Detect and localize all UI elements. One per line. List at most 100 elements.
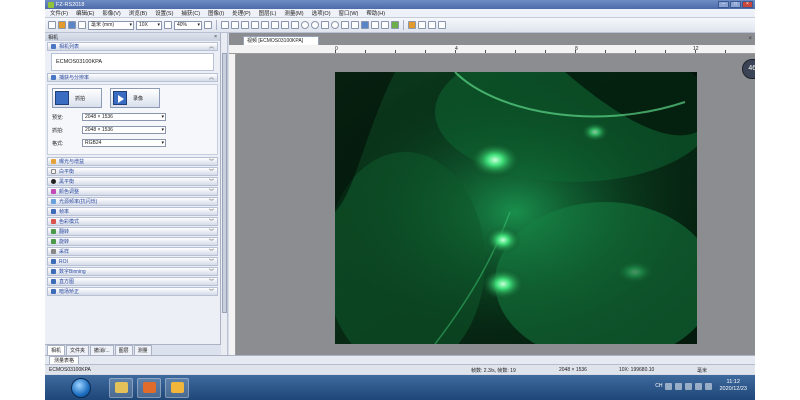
section-color-adjust[interactable]: 颜色调整 ︾ bbox=[47, 187, 218, 196]
menu-help[interactable]: 帮助(H) bbox=[366, 9, 385, 17]
open-folder-icon[interactable] bbox=[58, 21, 66, 29]
section-color-mode[interactable]: 色彩模式 ︾ bbox=[47, 217, 218, 226]
section-white-balance[interactable]: 白平衡 ︾ bbox=[47, 167, 218, 176]
volume-icon[interactable] bbox=[705, 382, 713, 390]
close-button[interactable]: × bbox=[742, 1, 753, 8]
calibrate-icon[interactable] bbox=[418, 21, 426, 29]
menu-browse[interactable]: 浏览(B) bbox=[129, 9, 147, 17]
zoom-out-icon[interactable] bbox=[164, 21, 172, 29]
tray-icon[interactable] bbox=[675, 382, 683, 390]
shield-icon[interactable] bbox=[685, 382, 693, 390]
language-indicator[interactable]: CH bbox=[655, 383, 662, 389]
scrollbar-thumb[interactable] bbox=[222, 53, 227, 313]
network-icon[interactable] bbox=[695, 382, 703, 390]
pointer-icon[interactable] bbox=[241, 21, 249, 29]
section-histogram[interactable]: 直方图 ︾ bbox=[47, 277, 218, 286]
magnification-select[interactable]: 10X bbox=[136, 20, 162, 30]
format-select[interactable]: RGB24 bbox=[82, 139, 166, 147]
unit-select[interactable]: 毫米 (mm) bbox=[88, 20, 134, 30]
menu-settings[interactable]: 设置(S) bbox=[155, 9, 173, 17]
record-button[interactable]: 录像 bbox=[110, 88, 160, 108]
scale-bar-icon[interactable] bbox=[381, 21, 389, 29]
grid-icon[interactable] bbox=[428, 21, 436, 29]
panel-close-icon[interactable]: × bbox=[214, 34, 217, 40]
polygon-tool-icon[interactable] bbox=[341, 21, 349, 29]
minimize-button[interactable]: – bbox=[718, 1, 729, 8]
sampling-icon bbox=[51, 249, 56, 254]
color-picker-icon[interactable] bbox=[391, 21, 399, 29]
tab-undo[interactable]: 撤消/... bbox=[90, 344, 114, 356]
curve-tool-icon[interactable] bbox=[271, 21, 279, 29]
tab-measure[interactable]: 测量 bbox=[133, 344, 152, 356]
tab-close-icon[interactable]: × bbox=[748, 36, 752, 42]
tab-layers[interactable]: 图层 bbox=[114, 344, 133, 356]
section-sampling[interactable]: 采样 ︾ bbox=[47, 247, 218, 256]
horizontal-ruler: 0 4 8 12 bbox=[229, 45, 755, 54]
exposure-icon bbox=[51, 159, 56, 164]
ellipse-tool-icon[interactable] bbox=[301, 21, 309, 29]
live-microscope-image[interactable] bbox=[335, 72, 697, 344]
angle-tool-icon[interactable] bbox=[351, 21, 359, 29]
tab-camera[interactable]: 相机 bbox=[47, 344, 66, 356]
parallel-tool-icon[interactable] bbox=[281, 21, 289, 29]
menu-process[interactable]: 处理(P) bbox=[232, 9, 250, 17]
save-icon[interactable] bbox=[68, 21, 76, 29]
section-exposure[interactable]: 曝光与增益 ︾ bbox=[47, 157, 218, 166]
snap-res-select[interactable]: 2048 × 1536 bbox=[82, 126, 166, 134]
snap-button[interactable]: 抓拍 bbox=[52, 88, 102, 108]
line-tool-icon[interactable] bbox=[251, 21, 259, 29]
camera-list-item[interactable]: ECMOS03100KPA bbox=[51, 53, 214, 71]
section-light-frequency[interactable]: 光源频率(抗闪烁) ︾ bbox=[47, 197, 218, 206]
menu-capture[interactable]: 捕获(C) bbox=[181, 9, 200, 17]
settings-icon[interactable] bbox=[438, 21, 446, 29]
arc-tool-icon[interactable] bbox=[321, 21, 329, 29]
zoom-in-icon[interactable] bbox=[204, 21, 212, 29]
section-label: 曝光与增益 bbox=[59, 159, 85, 165]
tray-icon[interactable] bbox=[665, 382, 673, 390]
section-black-balance[interactable]: 黑平衡 ︾ bbox=[47, 177, 218, 186]
menu-view[interactable]: 影像(V) bbox=[102, 9, 120, 17]
tab-folder[interactable]: 文件夹 bbox=[66, 344, 90, 356]
performance-widget[interactable]: 46% ➿ bbox=[742, 59, 755, 79]
cpu-percent: 46 bbox=[748, 65, 755, 72]
section-flip[interactable]: 翻转 ︾ bbox=[47, 227, 218, 236]
menu-image[interactable]: 图像(I) bbox=[208, 9, 224, 17]
section-capture[interactable]: 捕获与分辨率 ︽ bbox=[47, 73, 218, 82]
text-tool-icon[interactable] bbox=[371, 21, 379, 29]
polyline-tool-icon[interactable] bbox=[261, 21, 269, 29]
point-tool-icon[interactable] bbox=[331, 21, 339, 29]
section-camera-list[interactable]: 相机列表 ︽ bbox=[47, 42, 218, 51]
preview-select[interactable]: 2048 × 1536 bbox=[82, 113, 166, 121]
menu-options[interactable]: 选项(O) bbox=[312, 9, 331, 17]
panel-header: 相机 × bbox=[45, 33, 220, 41]
section-label: 色彩模式 bbox=[59, 219, 80, 225]
section-dark-field[interactable]: 暗场矫正 ︾ bbox=[47, 287, 218, 296]
menu-measure[interactable]: 测量(M) bbox=[284, 9, 303, 17]
panel-scrollbar[interactable] bbox=[221, 33, 228, 355]
menu-edit[interactable]: 编辑(E) bbox=[76, 9, 94, 17]
start-button[interactable] bbox=[71, 377, 91, 398]
menu-file[interactable]: 文件(F) bbox=[50, 9, 68, 17]
arrow-tool-icon[interactable] bbox=[361, 21, 369, 29]
taskbar-media[interactable] bbox=[137, 377, 161, 398]
document-tab[interactable]: 视频 [ECMOS03100KPA] bbox=[243, 36, 319, 45]
new-file-icon[interactable] bbox=[48, 21, 56, 29]
app-icon bbox=[48, 1, 54, 8]
maximize-button[interactable]: □ bbox=[730, 1, 741, 8]
taskbar-explorer[interactable] bbox=[109, 377, 133, 398]
menu-window[interactable]: 窗口(W) bbox=[339, 9, 359, 17]
section-rotate[interactable]: 旋转 ︾ bbox=[47, 237, 218, 246]
print-icon[interactable] bbox=[78, 21, 86, 29]
clock[interactable]: 11:12 2020/12/23 bbox=[719, 379, 747, 393]
select-tool-icon[interactable] bbox=[221, 21, 229, 29]
section-roi[interactable]: ROI ︾ bbox=[47, 257, 218, 266]
rectangle-tool-icon[interactable] bbox=[291, 21, 299, 29]
layer-icon[interactable] bbox=[408, 21, 416, 29]
section-frame-rate[interactable]: 帧率 ︾ bbox=[47, 207, 218, 216]
zoom-select[interactable]: 40% bbox=[174, 20, 202, 30]
pan-tool-icon[interactable] bbox=[231, 21, 239, 29]
section-binning[interactable]: 数字Binning ︾ bbox=[47, 267, 218, 276]
menu-layer[interactable]: 图层(L) bbox=[259, 9, 277, 17]
taskbar-app[interactable] bbox=[165, 377, 189, 398]
circle-tool-icon[interactable] bbox=[311, 21, 319, 29]
